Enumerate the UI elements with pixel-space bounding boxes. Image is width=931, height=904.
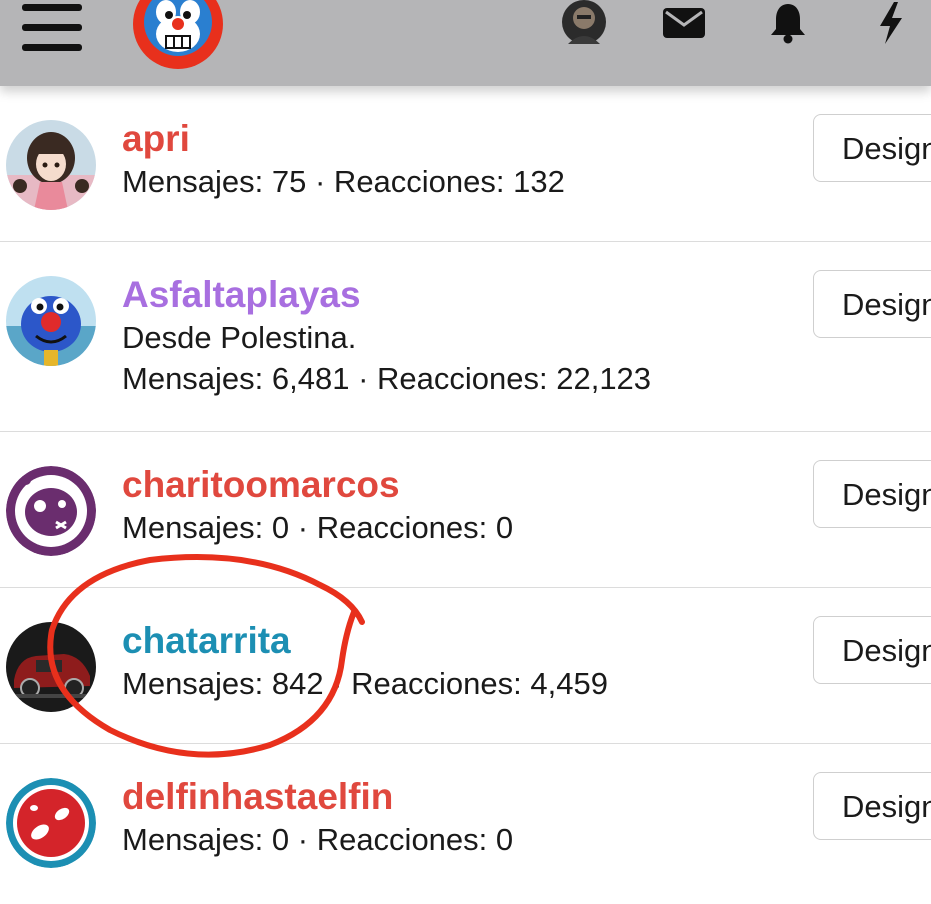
top-bar [0,0,931,86]
design-button[interactable]: Design [813,460,931,528]
list-item: chatarrita Mensajes: 842 · Reacciones: 4… [0,588,931,744]
list-item: charitoomarcos Mensajes: 0 · Reacciones:… [0,432,931,588]
avatar[interactable] [6,622,96,712]
design-button[interactable]: Design [813,270,931,338]
username-link[interactable]: Asfaltaplayas [122,276,361,313]
list-item: apri Mensajes: 75 · Reacciones: 132 Desi… [0,86,931,242]
member-location: Desde Polestina. [122,320,357,355]
lightning-icon[interactable] [876,2,906,44]
site-logo[interactable] [132,0,224,70]
avatar[interactable] [6,120,96,210]
username-link[interactable]: chatarrita [122,622,291,659]
member-stats: Mensajes: 6,481 · Reacciones: 22,123 [122,361,652,396]
bell-icon[interactable] [768,2,808,44]
avatar[interactable] [6,466,96,556]
username-link[interactable]: apri [122,120,190,157]
username-link[interactable]: delfinhastaelfin [122,778,393,815]
member-stats: Mensajes: 75 · Reacciones: 132 [122,164,565,199]
member-stats: Mensajes: 842 · Reacciones: 4,459 [122,666,608,701]
member-stats: Mensajes: 0 · Reacciones: 0 [122,510,514,545]
avatar[interactable] [6,778,96,868]
hamburger-icon[interactable] [22,2,84,51]
envelope-icon[interactable] [663,8,705,38]
design-button[interactable]: Design [813,772,931,840]
design-button[interactable]: Design [813,616,931,684]
design-button[interactable]: Design [813,114,931,182]
username-link[interactable]: charitoomarcos [122,466,400,503]
avatar[interactable] [6,276,96,366]
user-avatar[interactable] [560,0,608,46]
member-stats: Mensajes: 0 · Reacciones: 0 [122,822,514,857]
list-item: Asfaltaplayas Desde Polestina. Mensajes:… [0,242,931,432]
list-item: delfinhastaelfin Mensajes: 0 · Reaccione… [0,744,931,904]
